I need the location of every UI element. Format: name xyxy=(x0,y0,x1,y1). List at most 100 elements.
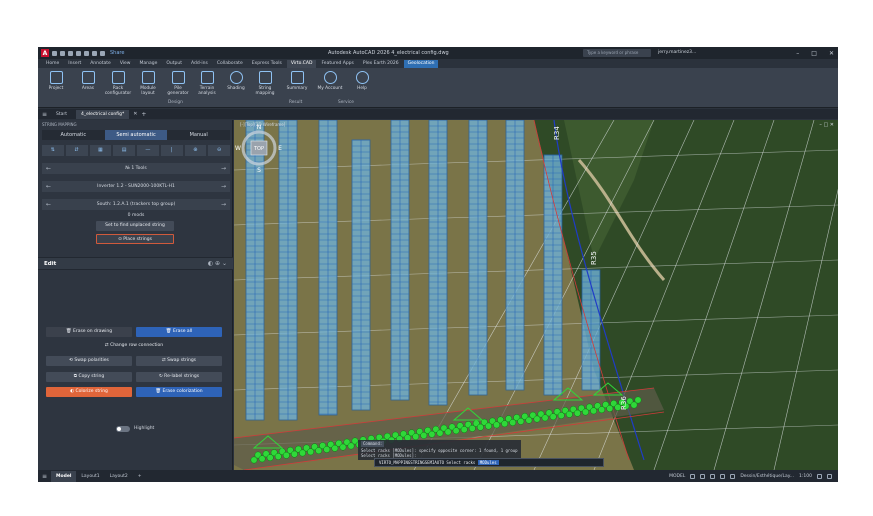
find-unplaced-button[interactable]: Set to find unplaced string xyxy=(96,221,174,231)
next-arrow-icon[interactable]: → xyxy=(221,201,226,208)
tab-view[interactable]: View xyxy=(116,60,135,68)
tool-5-icon[interactable]: — xyxy=(137,145,159,156)
mods-count: 0 mods xyxy=(127,213,145,218)
erase-all-button[interactable]: 🗑 Erase all xyxy=(136,327,222,337)
rack-configurator-button[interactable]: Rack configurator xyxy=(104,71,132,96)
erase-colorization-button[interactable]: 🗑 Erase colorization xyxy=(136,387,222,397)
drawing-canvas[interactable]: R34 R35 R36 [-][Top][2D Wireframe] – □ ✕ T… xyxy=(234,120,838,470)
summary-button[interactable]: Summary xyxy=(283,71,311,91)
osnap-icon[interactable] xyxy=(730,473,736,479)
compass-east: E xyxy=(278,145,282,152)
areas-button[interactable]: Areas xyxy=(74,71,102,91)
tab-collaborate[interactable]: Collaborate xyxy=(213,60,247,68)
tool-6-icon[interactable]: | xyxy=(160,145,183,156)
project-button[interactable]: Project xyxy=(42,71,70,91)
polar-icon[interactable] xyxy=(720,473,726,479)
next-arrow-icon[interactable]: → xyxy=(221,165,226,172)
mode-automatic[interactable]: Automatic xyxy=(42,130,105,140)
layout2-tab[interactable]: Layout2 xyxy=(105,471,133,482)
areas-icon xyxy=(81,71,95,84)
colorize-string-button[interactable]: ◐ Colorize string xyxy=(46,387,132,397)
open-icon[interactable] xyxy=(60,50,65,56)
change-row-connection-button[interactable]: ⇄ Change row connection xyxy=(46,341,222,351)
copy-string-button[interactable]: ⧉ Copy string xyxy=(46,372,132,382)
shading-button[interactable]: Shading xyxy=(222,71,250,91)
maximize-icon[interactable]: □ xyxy=(811,50,817,57)
save-as-icon[interactable] xyxy=(76,50,81,56)
minimize-icon[interactable]: – xyxy=(796,50,799,57)
place-strings-button[interactable]: ⊙ Place strings xyxy=(96,234,174,244)
tab-express-tools[interactable]: Express Tools xyxy=(248,60,286,68)
search-input[interactable]: Type a keyword or phrase xyxy=(583,49,651,57)
tab-plex-earth[interactable]: Plex Earth 2026 xyxy=(359,60,403,68)
annotation-label[interactable]: Dessin/Esthétique/Lay... xyxy=(740,474,794,479)
terrain-analysis-button[interactable]: Terrain analysis xyxy=(193,71,221,96)
highlight-toggle[interactable] xyxy=(116,426,130,432)
close-icon[interactable]: ✕ xyxy=(829,50,834,57)
add-layout-icon[interactable]: + xyxy=(133,471,147,482)
grid-icon[interactable] xyxy=(690,473,696,479)
add-icon[interactable]: ⊕ xyxy=(184,145,207,156)
new-icon[interactable] xyxy=(52,50,57,56)
window-title: Autodesk AutoCAD 2026 4_electrical confi… xyxy=(328,50,449,56)
user-name[interactable]: jerry.martinez3... xyxy=(658,47,696,59)
menu-icon[interactable]: ≡ xyxy=(42,111,47,118)
layout1-tab[interactable]: Layout1 xyxy=(76,471,104,482)
tab-virto-cad[interactable]: Virto.CAD xyxy=(286,59,317,68)
mode-switch: Automatic Semi automatic Manual xyxy=(42,130,230,140)
viewcube-top: TOP xyxy=(253,146,264,152)
tab-home[interactable]: Home xyxy=(42,60,63,68)
swap-polarities-button[interactable]: ⟲ Swap polarities xyxy=(46,356,132,366)
next-arrow-icon[interactable]: → xyxy=(221,183,226,190)
edit-section-header[interactable]: Edit ◐ ⊕ ⌄ xyxy=(38,257,233,270)
tab-featured-apps[interactable]: Featured Apps xyxy=(317,60,357,68)
mode-semi-automatic[interactable]: Semi automatic xyxy=(104,130,168,140)
undo-icon[interactable] xyxy=(92,50,97,56)
plot-icon[interactable] xyxy=(84,50,89,56)
save-icon[interactable] xyxy=(68,50,73,56)
tab-annotate[interactable]: Annotate xyxy=(86,60,115,68)
tab-geolocation[interactable]: Geolocation xyxy=(403,59,439,68)
start-tab[interactable]: Start xyxy=(51,110,72,119)
viewcube[interactable]: TOP N S W E xyxy=(234,120,284,180)
string-mapping-button[interactable]: String mapping xyxy=(251,71,279,96)
erase-on-drawing-button[interactable]: 🗑 Erase on drawing xyxy=(46,327,132,337)
tab-manage[interactable]: Manage xyxy=(136,60,162,68)
share-button[interactable]: Share xyxy=(110,50,124,56)
tab-output[interactable]: Output xyxy=(162,60,186,68)
command-option-modules[interactable]: MODules xyxy=(477,460,499,465)
module-layout-button[interactable]: Module layout xyxy=(134,71,162,96)
remove-icon[interactable]: ⊖ xyxy=(208,145,230,156)
swap-strings-button[interactable]: ⇄ Swap strings xyxy=(136,356,222,366)
re-label-strings-button[interactable]: ↻ Re-label strings xyxy=(136,372,222,382)
help-button[interactable]: Help xyxy=(348,71,376,91)
model-space-label[interactable]: MODEL xyxy=(669,474,685,479)
tool-2-icon[interactable]: ⇵ xyxy=(65,145,88,156)
my-account-icon xyxy=(323,71,337,84)
pile-generator-button[interactable]: Pile generator xyxy=(164,71,192,96)
new-tab-icon[interactable]: + xyxy=(141,111,146,118)
tab-add-ins[interactable]: Add-ins xyxy=(187,60,212,68)
nav-group: ← South: 1.2.A.1 (trackers top group) → xyxy=(42,199,230,210)
tool-4-icon[interactable]: ▤ xyxy=(113,145,135,156)
command-history-line: Select racks [MODules]: xyxy=(361,447,417,453)
customize-icon[interactable] xyxy=(827,473,832,479)
scale-label[interactable]: 1:100 xyxy=(799,474,812,479)
snap-icon[interactable] xyxy=(700,473,706,479)
redo-icon[interactable] xyxy=(100,50,105,56)
my-account-button[interactable]: My Account xyxy=(316,71,344,91)
mode-manual[interactable]: Manual xyxy=(167,130,230,140)
ortho-icon[interactable] xyxy=(710,473,716,479)
tool-3-icon[interactable]: ▦ xyxy=(89,145,112,156)
tab-insert[interactable]: Insert xyxy=(64,60,85,68)
edit-settings-icon[interactable]: ◐ ⊕ ⌄ xyxy=(208,260,227,267)
model-tab[interactable]: Model xyxy=(51,470,77,482)
menu-icon[interactable]: ≡ xyxy=(38,473,51,480)
drawing-tab[interactable]: 4_electrical config* xyxy=(76,109,130,119)
tool-1-icon[interactable]: ⇅ xyxy=(42,145,64,156)
gear-icon[interactable] xyxy=(817,473,822,479)
viewport-controls-icon[interactable]: – □ ✕ xyxy=(819,122,834,128)
close-tab-icon[interactable]: ✕ xyxy=(133,111,137,117)
autocad-logo[interactable]: A xyxy=(41,49,49,57)
command-line[interactable]: VIRTO_MAPPINGSTRINGSEMIAUTO Select racks… xyxy=(374,458,604,467)
